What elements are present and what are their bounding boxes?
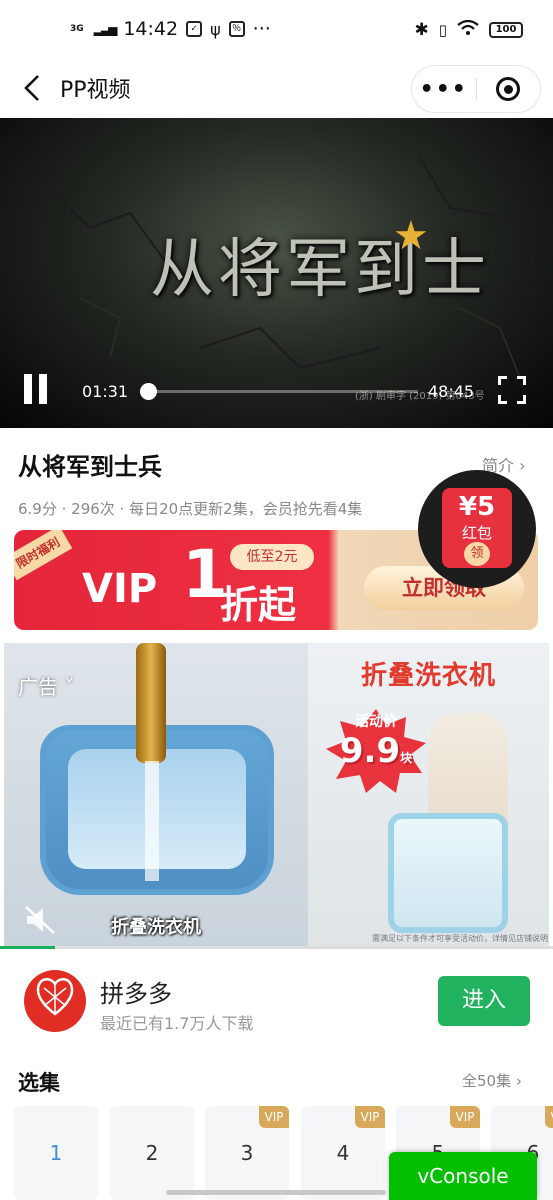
show-title: 从将军到士兵 xyxy=(18,453,162,481)
washer-illustration xyxy=(388,813,508,933)
red-packet-claim: 领 xyxy=(464,542,490,566)
bluetooth-icon: ✱ xyxy=(414,20,429,40)
network-type: 3G xyxy=(70,23,84,34)
vip-text: VIP xyxy=(82,566,158,612)
episode-number: 1 xyxy=(49,1141,63,1165)
notification-icon: ✓ xyxy=(186,21,203,37)
mute-button[interactable] xyxy=(24,905,58,935)
ad-headline: 折叠洗衣机 xyxy=(360,661,496,691)
wifi-icon xyxy=(457,19,479,40)
pause-icon-bar xyxy=(39,374,47,404)
vibrate-icon: ▯ xyxy=(438,21,447,39)
fullscreen-icon-corner xyxy=(498,376,507,385)
more-menu-button[interactable]: ••• xyxy=(412,77,476,102)
red-packet-amount: ¥5 xyxy=(458,492,496,522)
app-promo[interactable]: 拼多多 最近已有1.7万人下载 进入 xyxy=(0,952,553,1052)
pause-button[interactable] xyxy=(24,374,56,408)
price-value: 9.9 xyxy=(339,731,401,771)
miniprogram-capsule: ••• xyxy=(411,65,541,113)
current-time: 01:31 xyxy=(82,382,129,401)
discount-text: 折起 xyxy=(220,583,297,627)
episode-number: 4 xyxy=(336,1141,350,1165)
more-notifications: ··· xyxy=(252,18,271,40)
mute-icon xyxy=(25,906,55,934)
episode-item[interactable]: 3 VIP xyxy=(205,1106,289,1200)
fullscreen-icon-corner xyxy=(498,395,507,404)
vip-badge: VIP xyxy=(259,1106,289,1128)
episode-item[interactable]: 2 xyxy=(110,1106,194,1200)
battery-icon: 100 xyxy=(489,22,523,38)
close-miniprogram-button[interactable] xyxy=(477,77,541,101)
show-meta: 6.9分 · 296次 · 每日20点更新2集，会员抢先看4集 xyxy=(18,500,363,518)
video-ad[interactable]: 折叠洗衣机 广告 ˅ 折叠洗衣机 活动价 9.9块 需满足以下条件才可享受活动价… xyxy=(4,643,549,948)
status-left: 3G ▂▃▅ 14:42 ✓ ψ ％ ··· xyxy=(70,18,271,40)
vip-badge: VIP xyxy=(355,1106,385,1128)
price-unit: 块 xyxy=(400,751,413,765)
back-button[interactable] xyxy=(14,70,50,106)
star-emblem-icon: ★ xyxy=(393,213,429,259)
nav-bar: PP视频 ••• xyxy=(0,60,553,118)
limited-tag: 限时福利 xyxy=(14,530,73,581)
clock: 14:42 xyxy=(123,18,179,40)
faucet-illustration xyxy=(136,643,166,763)
water-stream xyxy=(145,761,159,881)
app-download-count: 最近已有1.7万人下载 xyxy=(100,1014,254,1033)
all-episodes-link[interactable]: 全50集 › xyxy=(462,1070,522,1091)
red-packet-float[interactable]: ¥5 红包 领 xyxy=(418,470,536,588)
red-packet-label: 红包 xyxy=(461,524,492,542)
status-bar: 3G ▂▃▅ 14:42 ✓ ψ ％ ··· ✱ ▯ 100 xyxy=(0,0,553,60)
vconsole-button[interactable]: vConsole xyxy=(389,1152,537,1200)
ad-label[interactable]: 广告 ˅ xyxy=(18,671,74,700)
promo-price: 9.9块 xyxy=(336,731,416,771)
target-icon xyxy=(496,77,521,101)
status-right: ✱ ▯ 100 xyxy=(414,19,523,40)
vip-badge: VIP xyxy=(545,1106,553,1128)
usb-icon: ψ xyxy=(210,19,221,39)
duration: 48:45 xyxy=(428,382,475,401)
episode-item[interactable]: 1 xyxy=(14,1106,98,1200)
episode-number: 3 xyxy=(240,1141,254,1165)
video-player[interactable]: 从将军到士 ★ 01:31 (浙) 剧审字 (2019) 第043号 48:45 xyxy=(0,118,553,428)
ad-progress xyxy=(0,946,553,949)
poster-title: 从将军到士 xyxy=(150,233,490,307)
promo-label: 活动价 xyxy=(355,714,397,730)
low-price-badge: 低至2元 xyxy=(230,544,314,570)
app-name: 拼多多 xyxy=(100,980,172,1008)
app-notification-icon: ％ xyxy=(228,21,245,37)
episodes-title: 选集 xyxy=(18,1071,60,1095)
fullscreen-icon-corner xyxy=(517,395,526,404)
episode-item[interactable]: 4 VIP xyxy=(301,1106,385,1200)
ad-fine-print: 需满足以下条件才可享受活动价，详情见店铺说明 xyxy=(372,934,548,943)
vip-badge: VIP xyxy=(450,1106,480,1128)
red-packet-icon: ¥5 红包 领 xyxy=(442,488,512,568)
fullscreen-button[interactable] xyxy=(498,376,526,404)
ad-image-machine: 折叠洗衣机 活动价 9.9块 需满足以下条件才可享受活动价，详情见店铺说明 xyxy=(308,643,549,948)
enter-button[interactable]: 进入 xyxy=(438,976,530,1026)
home-indicator xyxy=(166,1190,386,1195)
fullscreen-icon-corner xyxy=(517,376,526,385)
signal-icon: ▂▃▅ xyxy=(93,22,118,36)
pinduoduo-logo-icon xyxy=(24,970,86,1032)
pause-icon-bar xyxy=(24,374,32,404)
page-title: PP视频 xyxy=(60,78,131,103)
episode-number: 2 xyxy=(145,1141,159,1165)
ad-progress-fill xyxy=(0,946,56,949)
chevron-left-icon xyxy=(24,75,39,101)
